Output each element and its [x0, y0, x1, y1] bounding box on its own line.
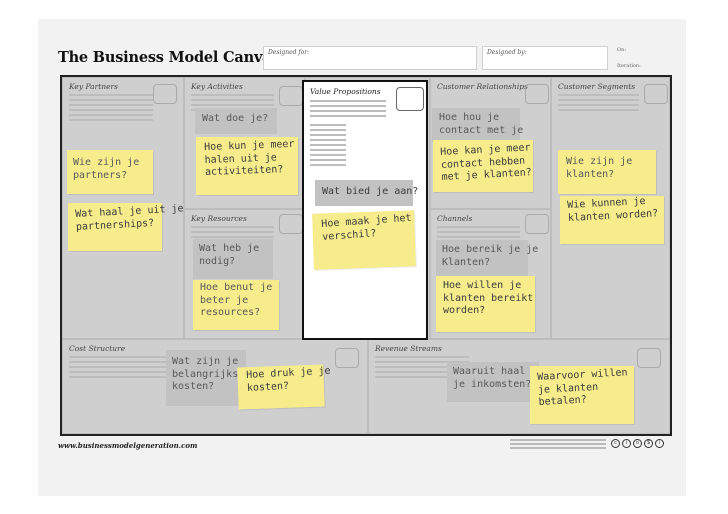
note-wie-zijn-je-klanten: Wie zijn je klanten? [566, 156, 633, 180]
factory-icon [279, 214, 303, 234]
note-hoe-hou-je-contact: Hoe hou je contact met je [439, 112, 524, 136]
note-waarvoor-willen-betalen: Waarvoor willen je klanten betalen? [537, 367, 628, 408]
note-hoe-benut-je: Hoe benut je beter je resources? [200, 282, 273, 318]
key-activities-label: Key Activities [191, 82, 243, 91]
designed-by-label: Designed by: [487, 49, 527, 56]
note-hoe-kan-je-meer-contact: Hoe kan je meer contact hebben met je kl… [440, 142, 533, 183]
attribution-icon: i [622, 439, 631, 448]
license-fine-print [510, 439, 606, 449]
price-tag-icon [335, 348, 359, 368]
footer-url[interactable]: www.businessmodelgeneration.com [58, 441, 197, 450]
designed-for-label: Designed for: [268, 49, 310, 56]
key-partners-label: Key Partners [69, 82, 118, 91]
gift-icon [396, 87, 424, 111]
value-propositions-label: Value Propositions [310, 87, 381, 96]
share-alike-icon: o [633, 439, 642, 448]
person-circle-icon: i [655, 439, 664, 448]
heart-icon [525, 84, 549, 104]
note-wie-kunnen-je-klanten-worden: Wie kunnen je klanten worden? [567, 195, 659, 224]
key-partners-prompt-lines [69, 94, 153, 124]
value-propositions-prompt-lines [310, 100, 386, 120]
truck-icon [525, 214, 549, 234]
channels-prompt-lines [437, 226, 520, 241]
note-hoe-willen-je-klanten: Hoe willen je klanten bereikt worden? [443, 280, 534, 316]
customer-segments-prompt-lines [558, 94, 639, 114]
note-wat-bied-je-aan: Wat bied je aan? [322, 186, 419, 197]
chain-link-icon [153, 84, 177, 104]
note-hoe-kun-je-meer: Hoe kun je meer halen uit je activiteite… [204, 138, 295, 178]
note-hoe-bereik-je: Hoe bereik je je Klanten? [442, 244, 539, 268]
on-label: On: [617, 47, 627, 53]
cost-structure-label: Cost Structure [69, 344, 126, 353]
note-wat-doe-je: Wat doe je? [202, 113, 269, 124]
cost-structure-prompt-lines [69, 356, 167, 381]
channels-label: Channels [437, 214, 473, 223]
customer-segments-label: Customer Segments [558, 82, 636, 91]
creative-commons-icon: c [611, 439, 620, 448]
customer-relationships-label: Customer Relationships [437, 82, 528, 91]
note-wie-zijn-je-partners: Wie zijn je partners? [73, 157, 140, 181]
iteration-label: Iteration: [617, 63, 641, 69]
canvas-title: The Business Model Canvas [58, 49, 280, 66]
money-bag-icon [637, 348, 661, 368]
noncommercial-icon: $ [644, 439, 653, 448]
revenue-streams-label: Revenue Streams [375, 344, 442, 353]
value-propositions-checklist [310, 124, 346, 169]
key-resources-label: Key Resources [191, 214, 247, 223]
note-hoe-druk-je-kosten: Hoe druk je je kosten? [246, 365, 331, 394]
designed-for-field[interactable]: Designed for: [263, 46, 477, 70]
note-wat-heb-je-nodig: Wat heb je nodig? [199, 243, 260, 267]
checklist-icon [279, 86, 303, 106]
designed-by-field[interactable]: Designed by: [482, 46, 608, 70]
person-icon [644, 84, 668, 104]
